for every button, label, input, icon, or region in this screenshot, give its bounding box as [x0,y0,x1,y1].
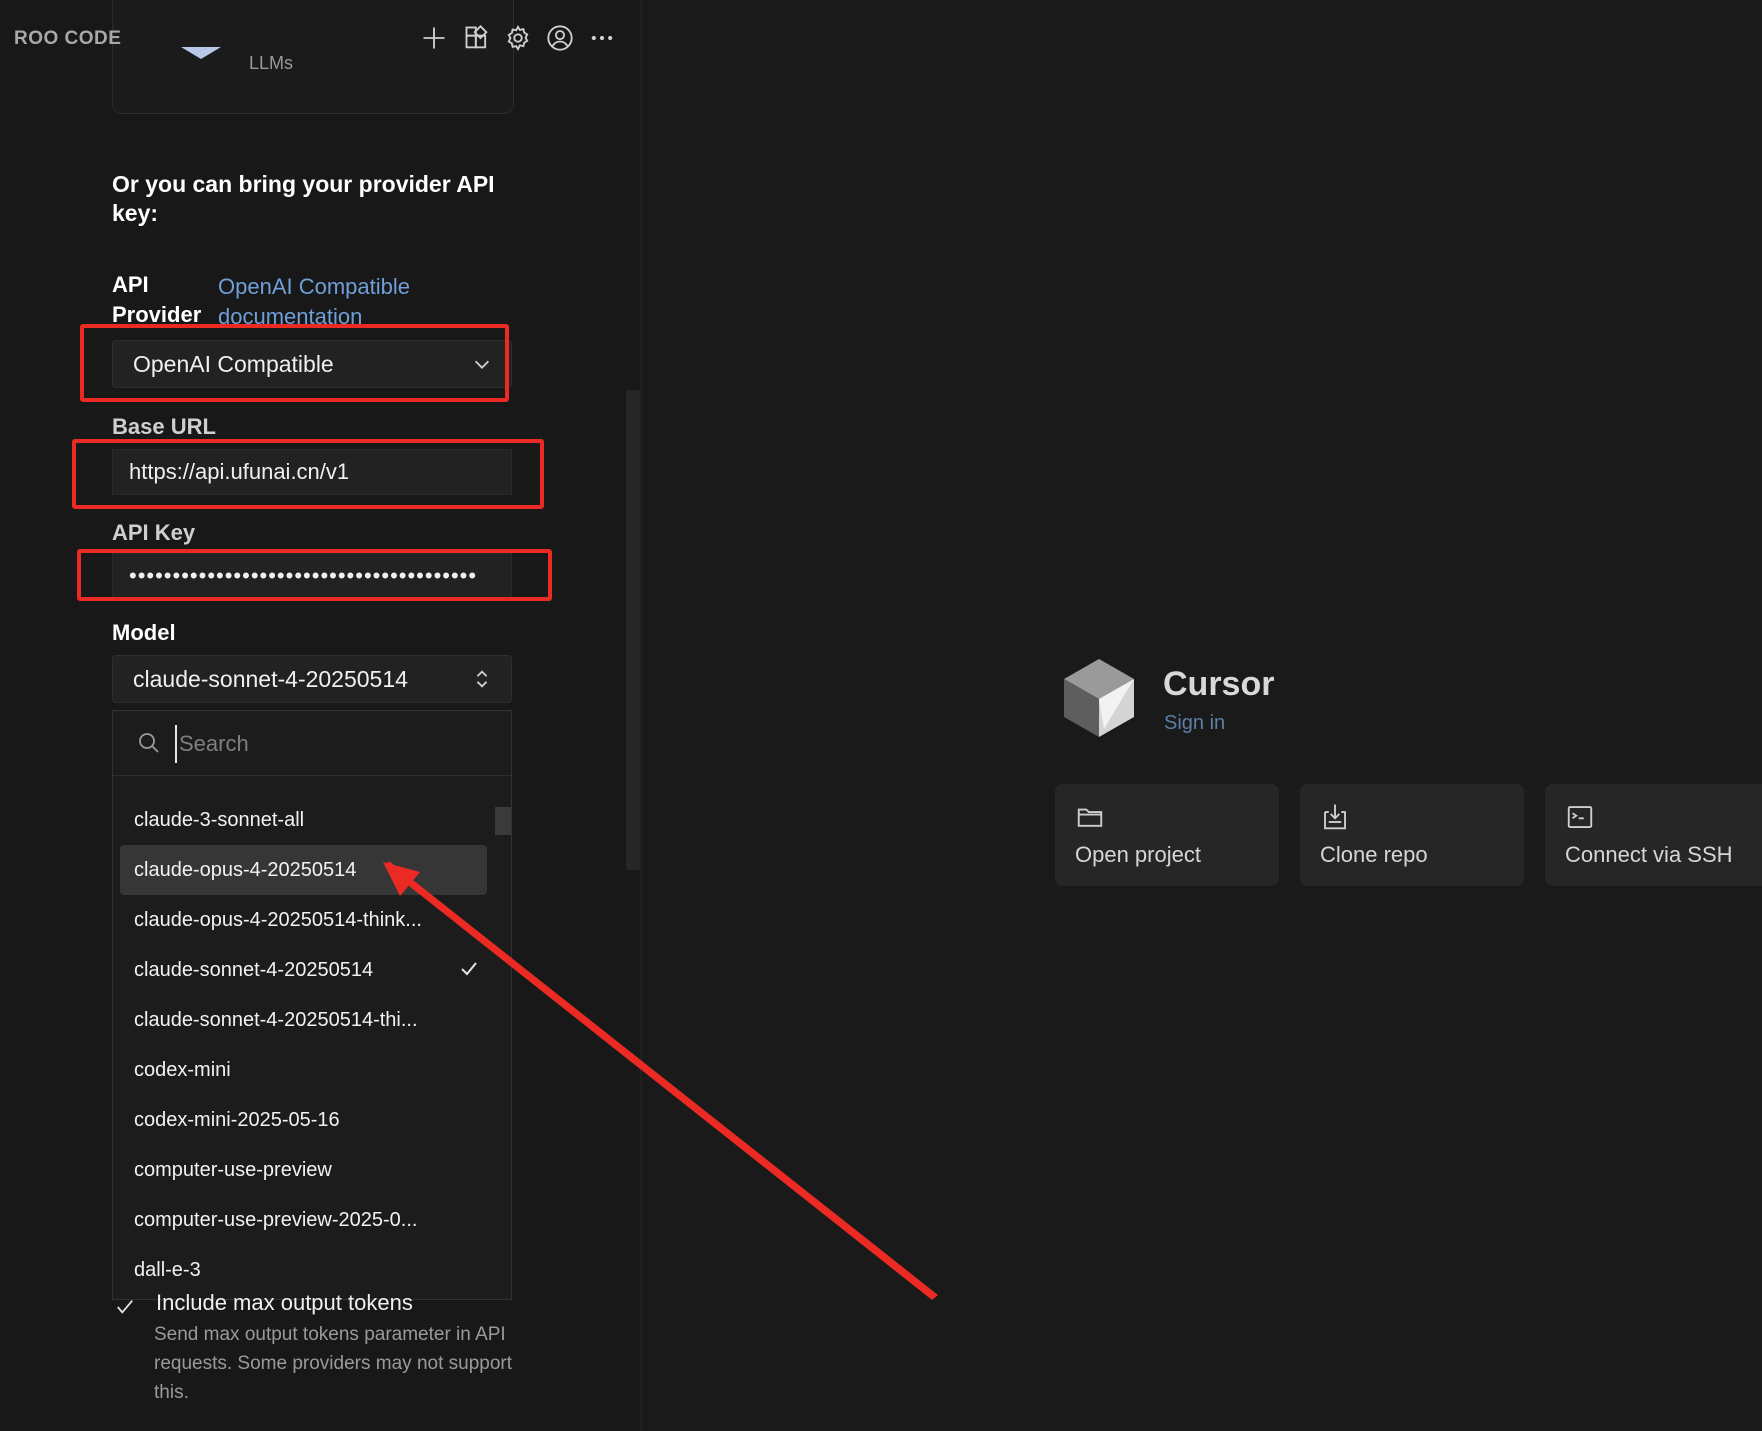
max-tokens-checkbox[interactable] [116,1298,134,1316]
provider-documentation-link[interactable]: OpenAI Compatible documentation [218,272,478,332]
panel-scrollbar[interactable] [626,390,640,870]
model-option[interactable]: computer-use-preview [120,1145,487,1195]
model-option[interactable]: claude-opus-4-20250514-think... [120,895,487,945]
model-option-label: claude-3-sonnet-all [134,808,305,831]
model-option[interactable]: dall-e-3 [120,1245,487,1295]
api-provider-value: OpenAI Compatible [133,350,334,377]
clone-icon [1324,804,1346,830]
model-option-label: claude-opus-4-20250514-think... [134,908,422,931]
base-url-label: Base URL [112,414,216,439]
plus-icon[interactable] [416,20,452,56]
app-title: ROO CODE [14,28,122,49]
welcome-title: Cursor [1163,665,1275,703]
chevron-updown-icon [476,670,488,688]
account-icon[interactable] [542,20,578,56]
chevron-down-icon [474,360,490,369]
more-icon[interactable] [584,20,620,56]
folder-icon [1077,808,1103,827]
clone-repo-button[interactable]: Clone repo [1300,784,1524,886]
model-search-row [113,711,511,776]
model-option-label: claude-opus-4-20250514 [134,858,357,881]
open-project-button[interactable]: Open project [1055,784,1279,886]
base-url-field[interactable]: https://api.ufunai.cn/v1 [112,449,512,495]
model-option[interactable]: codex-mini [120,1045,487,1095]
model-option-label: codex-mini-2025-05-16 [134,1108,340,1131]
max-tokens-description: Send max output tokens parameter in API … [154,1324,513,1403]
model-option[interactable]: claude-sonnet-4-20250514-thi... [120,995,487,1045]
model-option-label: dall-e-3 [134,1258,201,1281]
api-key-label: API Key [112,520,196,545]
max-tokens-label: Include max output tokens [156,1290,413,1315]
open-project-label: Open project [1075,842,1201,867]
model-search-input[interactable] [175,725,481,763]
sign-in-link[interactable]: Sign in [1164,712,1225,735]
model-list-scrollbar[interactable] [495,807,511,835]
model-option-label: computer-use-preview [134,1158,332,1181]
api-provider-label: API Provider [112,272,202,327]
model-select[interactable]: claude-sonnet-4-20250514 [112,655,512,703]
connect-ssh-button[interactable]: Connect via SSH [1545,784,1762,886]
model-option-label: codex-mini [134,1058,231,1081]
model-option-label: claude-sonnet-4-20250514 [134,958,374,981]
model-list: claude-3-sonnet-all claude-opus-4-2025051… [113,795,511,1295]
api-key-value: •••••••••••••••••••••••••••••••••••••••• [129,563,478,588]
roo-code-panel: LLMs ROO CODE Or you can bring your prov… [0,0,642,1431]
model-option-label: computer-use-preview-2025-0... [134,1208,418,1231]
model-option[interactable]: computer-use-preview-2025-0... [120,1195,487,1245]
panel-header: ROO CODE [0,0,640,76]
api-provider-select[interactable]: OpenAI Compatible [112,340,512,388]
clone-repo-label: Clone repo [1320,842,1428,867]
terminal-icon [1567,806,1593,828]
model-label: Model [112,620,176,645]
cursor-logo-icon [1064,659,1134,737]
model-option[interactable]: codex-mini-2025-05-16 [120,1095,487,1145]
base-url-value: https://api.ufunai.cn/v1 [129,459,350,484]
api-key-field[interactable]: •••••••••••••••••••••••••••••••••••••••• [112,553,512,599]
gear-icon[interactable] [500,20,536,56]
model-dropdown: claude-3-sonnet-all claude-opus-4-2025051… [112,710,512,1300]
connect-ssh-label: Connect via SSH [1565,842,1733,867]
model-option[interactable]: claude-opus-4-20250514 [120,845,487,895]
search-icon [139,733,159,753]
model-option[interactable]: claude-3-sonnet-all [120,795,487,845]
check-icon [461,962,477,976]
marketplace-icon[interactable] [459,20,495,56]
byok-heading: Or you can bring your provider API key: [112,171,495,226]
model-option[interactable]: claude-sonnet-4-20250514 [120,945,487,995]
model-option-label: claude-sonnet-4-20250514-thi... [134,1008,418,1031]
model-select-value: claude-sonnet-4-20250514 [133,665,408,692]
